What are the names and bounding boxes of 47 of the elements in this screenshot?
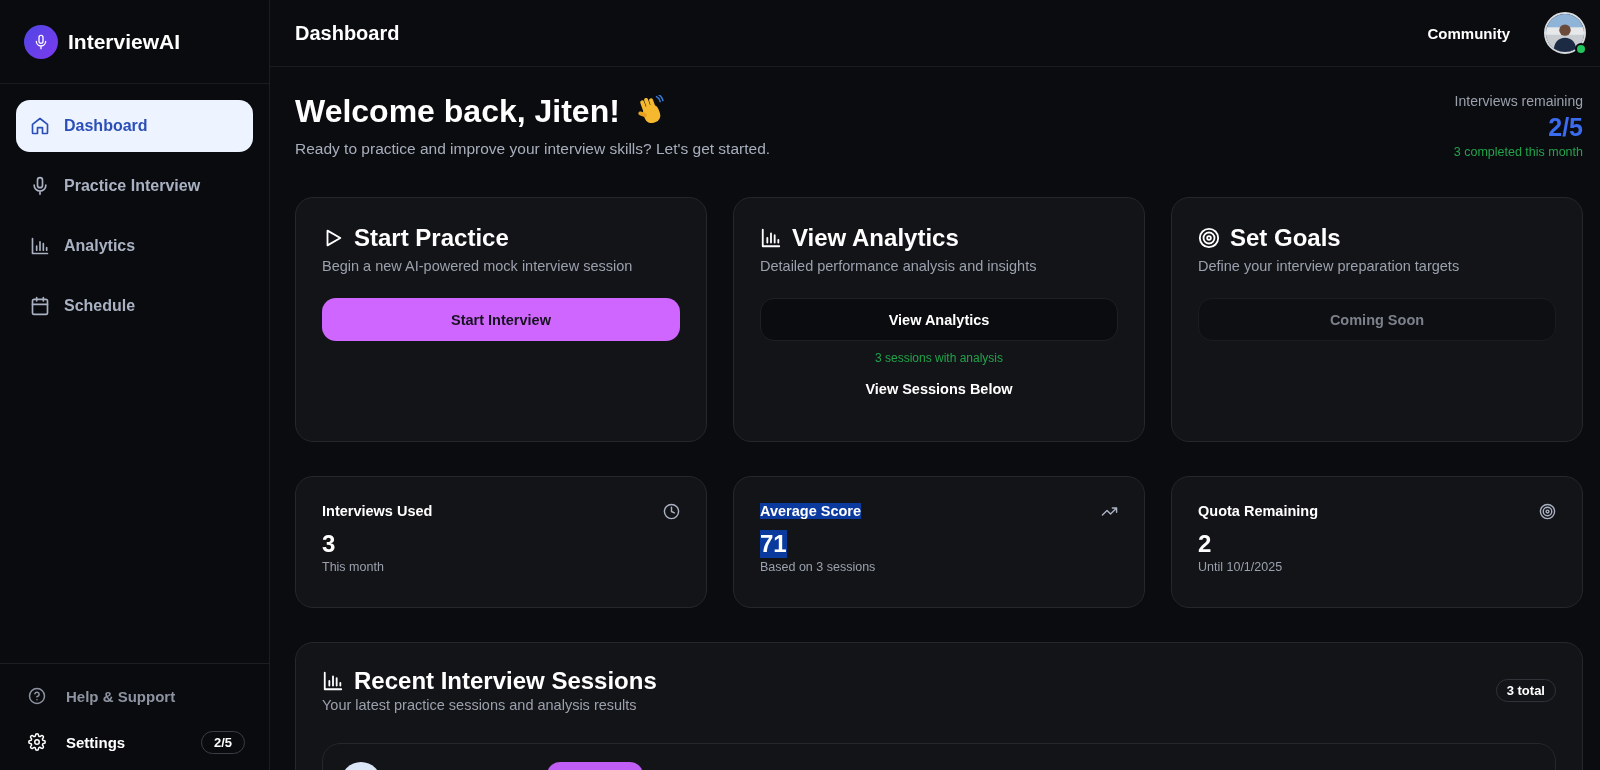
stat-value: 71 <box>760 530 787 558</box>
help-icon <box>28 687 46 705</box>
calendar-icon <box>30 296 50 316</box>
stat-note: Until 10/1/2025 <box>1198 560 1284 574</box>
card-description: Your latest practice sessions and analysis results <box>322 697 638 713</box>
stat-note: This month <box>322 560 385 574</box>
stat-label: Quota Remaining <box>1198 503 1319 519</box>
card-button[interactable]: View Analytics <box>760 298 1118 341</box>
settings-icon <box>28 733 46 751</box>
target-icon <box>1539 503 1556 520</box>
card-description: Define your interview preparation targets <box>1198 258 1461 274</box>
card-title: View Analytics <box>792 224 959 252</box>
brand-name: InterviewAI <box>68 29 181 54</box>
welcome-heading: Welcome back, Jiten! <box>295 93 620 130</box>
home-icon <box>30 116 50 136</box>
community-link[interactable]: Community <box>1427 24 1510 42</box>
stat-value: 3 <box>322 530 336 558</box>
stat-note: Based on 3 sessions <box>760 560 877 574</box>
card-description: Begin a new AI-powered mock interview session <box>322 258 634 274</box>
stat-label: Average Score <box>760 503 862 519</box>
nav-item[interactable]: Schedule <box>16 280 253 332</box>
clock-icon <box>663 503 680 520</box>
card-title: Recent Interview Sessions <box>354 667 657 695</box>
sidebar-link[interactable]: Help & Support <box>24 678 245 714</box>
bar-chart-icon <box>760 227 782 249</box>
page-title: Dashboard <box>295 21 401 45</box>
stat-value: 2 <box>1198 530 1212 558</box>
bar-chart-icon <box>30 236 50 256</box>
card-button[interactable]: Start Interview <box>322 298 680 341</box>
bar-chart-icon <box>322 670 344 692</box>
quota-note: 3 completed this month <box>1453 145 1583 159</box>
stat-label: Interviews Used <box>322 503 433 519</box>
sessions-link[interactable]: View Sessions Below <box>865 381 1013 397</box>
nav-item[interactable]: Analytics <box>16 220 253 272</box>
target-icon <box>1198 227 1220 249</box>
welcome-subtitle: Ready to practice and improve your interview skills? Let's get started. <box>295 140 771 158</box>
microphone-icon <box>30 176 50 196</box>
quota-label: Interviews remaining <box>1454 93 1583 109</box>
quota-value: 2/5 <box>1548 113 1583 142</box>
analysis-note: 3 sessions with analysis <box>874 351 1004 365</box>
card-description: Detailed performance analysis and insights <box>760 258 1038 274</box>
microphone-icon <box>33 33 49 50</box>
nav-item[interactable]: Dashboard <box>16 100 253 152</box>
card-title: Start Practice <box>354 224 509 252</box>
sidebar-link[interactable]: Settings 2/5 <box>24 724 245 760</box>
nav-item[interactable]: Practice Interview <box>16 160 253 212</box>
card-title: Set Goals <box>1230 224 1341 252</box>
